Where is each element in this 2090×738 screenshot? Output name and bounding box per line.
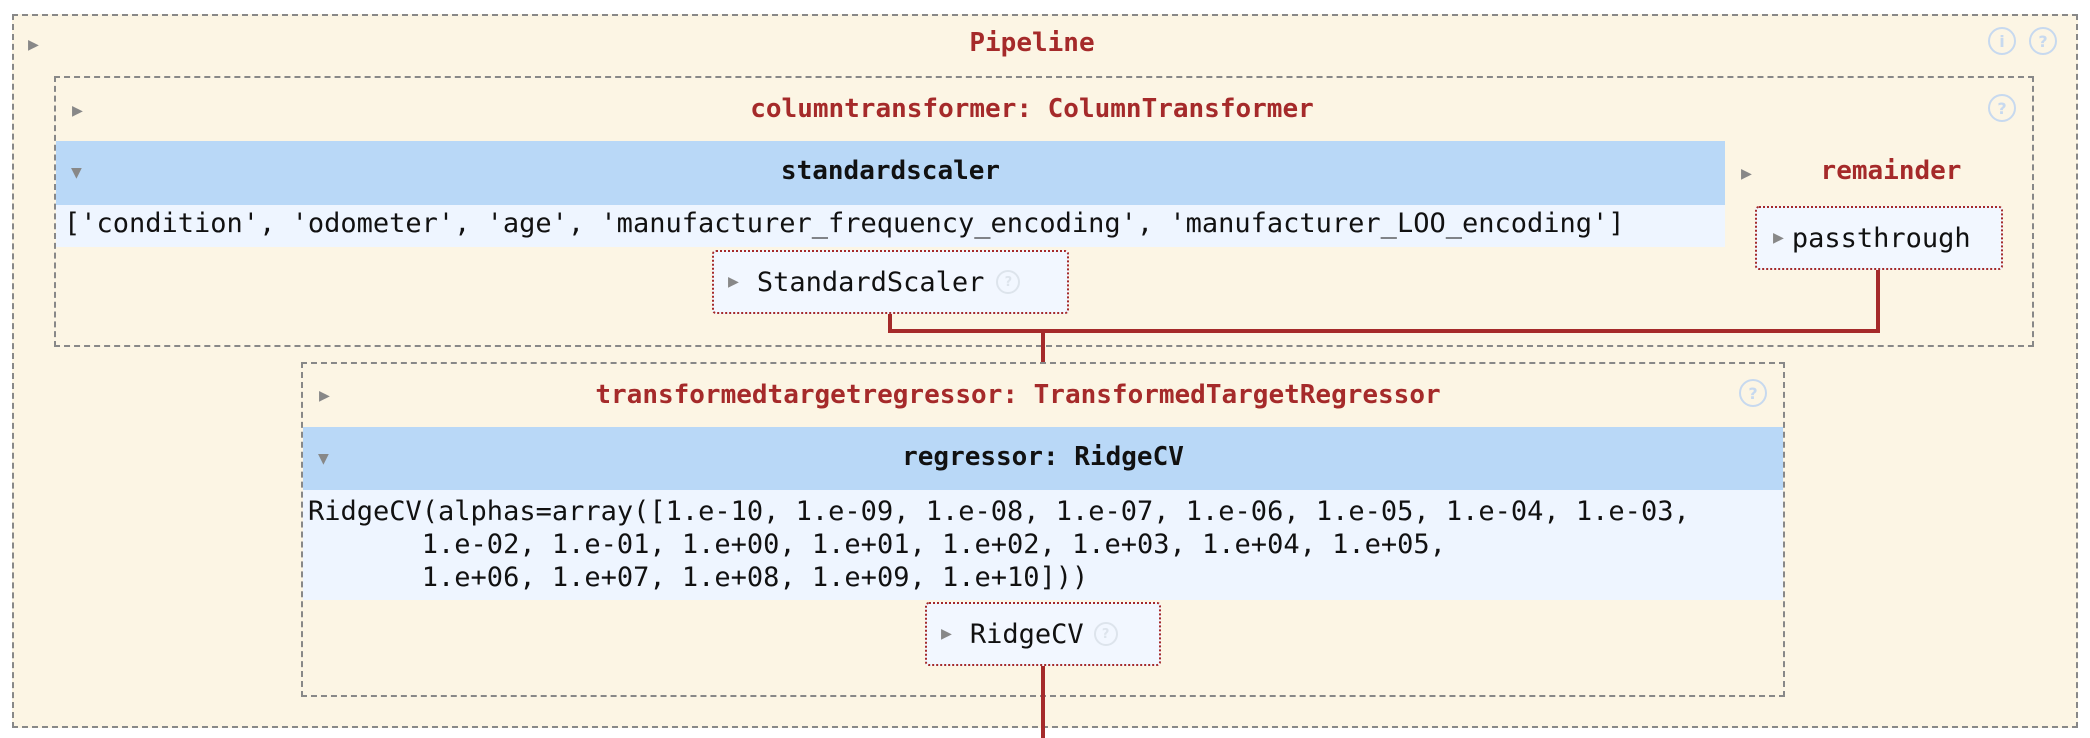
passthrough-toggle-icon: ▶ bbox=[1773, 227, 1784, 248]
columntransformer-help-icon[interactable]: ? bbox=[1988, 94, 2016, 122]
connector-passthrough-down bbox=[1876, 270, 1880, 333]
standardscaler-estimator-toggle-icon: ▶ bbox=[728, 271, 739, 292]
remainder-toggle-icon[interactable]: ▶ bbox=[1741, 165, 1752, 183]
standardscaler-title[interactable]: standardscaler bbox=[56, 156, 1725, 186]
help-icon[interactable]: ? bbox=[2029, 27, 2057, 55]
regressor-params: RidgeCV(alphas=array([1.e-10, 1.e-09, 1.… bbox=[303, 490, 1783, 600]
standardscaler-help-icon[interactable]: ? bbox=[996, 270, 1021, 294]
ridgecv-help-icon[interactable]: ? bbox=[1093, 622, 1118, 646]
remainder-title[interactable]: remainder bbox=[1760, 156, 2022, 186]
passthrough-estimator[interactable]: ▶ passthrough bbox=[1755, 206, 2003, 270]
ridgecv-estimator[interactable]: ▶ RidgeCV ? bbox=[925, 602, 1161, 666]
ridgecv-estimator-toggle-icon: ▶ bbox=[941, 623, 952, 644]
connector-to-ttr bbox=[1041, 329, 1045, 363]
connector-ridgecv-down bbox=[1041, 666, 1045, 738]
pipeline-title[interactable]: Pipeline bbox=[12, 28, 2052, 58]
standardscaler-estimator[interactable]: ▶ StandardScaler ? bbox=[712, 250, 1069, 314]
ridgecv-estimator-label: RidgeCV bbox=[969, 618, 1084, 650]
info-icon[interactable]: i bbox=[1988, 27, 2016, 55]
transformedtargetregressor-help-icon[interactable]: ? bbox=[1739, 379, 1767, 407]
columntransformer-title[interactable]: columntransformer: ColumnTransformer bbox=[56, 94, 2008, 124]
standardscaler-columns: ['condition', 'odometer', 'age', 'manufa… bbox=[56, 205, 1725, 247]
connector-horizontal bbox=[888, 329, 1880, 333]
transformedtargetregressor-title[interactable]: transformedtargetregressor: TransformedT… bbox=[303, 380, 1733, 410]
regressor-title[interactable]: regressor: RidgeCV bbox=[303, 442, 1783, 472]
passthrough-label: passthrough bbox=[1791, 222, 1971, 254]
standardscaler-estimator-label: StandardScaler bbox=[756, 266, 985, 298]
